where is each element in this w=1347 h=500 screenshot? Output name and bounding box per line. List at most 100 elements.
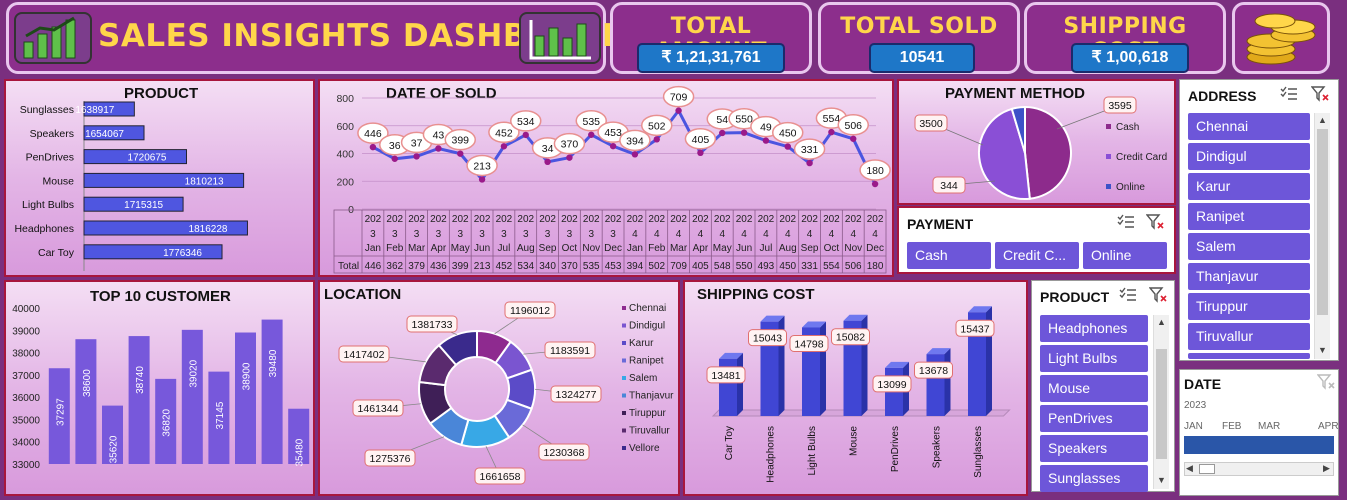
slicer-item-karur[interactable]: Karur xyxy=(1188,173,1310,200)
svg-text:15437: 15437 xyxy=(960,323,989,335)
scroll-thumb[interactable] xyxy=(1199,464,1215,474)
scrollbar[interactable]: ▲ ▼ xyxy=(1153,315,1169,489)
svg-text:405: 405 xyxy=(692,134,710,146)
x-year-label: 202 xyxy=(430,214,447,225)
x-year-label: 202 xyxy=(605,214,622,225)
slicer-item-tiruvallur[interactable]: Tiruvallur xyxy=(1188,323,1310,350)
x-month-label: Feb xyxy=(648,243,666,254)
x-year-label: 3 xyxy=(545,229,551,240)
table-total-value: 405 xyxy=(692,261,709,272)
timeline-selection-bar[interactable] xyxy=(1184,436,1334,454)
scroll-down-icon[interactable]: ▼ xyxy=(1157,475,1166,485)
table-total-value: 452 xyxy=(496,261,513,272)
data-point xyxy=(609,142,617,150)
data-label: 1816228 xyxy=(189,224,228,235)
slicer-item-sunglasses[interactable]: Sunglasses xyxy=(1040,465,1148,492)
x-month-label: Oct xyxy=(562,243,578,254)
clear-filter-icon[interactable] xyxy=(1146,214,1164,230)
data-point xyxy=(566,154,573,161)
bar xyxy=(261,319,283,464)
legend-swatch xyxy=(622,393,626,398)
scroll-right-icon[interactable]: ▶ xyxy=(1323,463,1330,474)
x-year-label: 202 xyxy=(408,214,425,225)
x-month-label: Aug xyxy=(517,243,535,254)
x-year-label: 202 xyxy=(648,214,665,225)
slicer-item-tiruppur[interactable]: Tiruppur xyxy=(1188,293,1310,320)
shipping-cost-panel: SHIPPING COST 13481 Car Toy 15043 Headphone… xyxy=(683,280,1028,496)
timeline-month-feb: FEB xyxy=(1222,421,1242,432)
clear-filter-icon[interactable] xyxy=(1317,374,1335,390)
slicer-item-speakers[interactable]: Speakers xyxy=(1040,435,1148,462)
slicer-item-pendrives[interactable]: PenDrives xyxy=(1040,405,1148,432)
x-year-label: 3 xyxy=(501,229,507,240)
multi-select-icon[interactable] xyxy=(1280,86,1298,102)
x-year-label: 202 xyxy=(561,214,578,225)
payment-slicer: PAYMENT Cash Credit C... Online xyxy=(897,206,1176,274)
slicer-item-cash[interactable]: Cash xyxy=(907,242,991,269)
slicer-item-dindigul[interactable]: Dindigul xyxy=(1188,143,1310,170)
svg-text:1661658: 1661658 xyxy=(480,471,521,483)
y-tick-label: 34000 xyxy=(12,438,40,449)
scroll-up-icon[interactable]: ▲ xyxy=(1318,115,1327,125)
y-tick-label: 33000 xyxy=(12,460,40,471)
table-row-header: Total xyxy=(338,261,359,272)
data-callout: 213 xyxy=(466,154,498,177)
x-year-label: 4 xyxy=(829,229,835,240)
x-year-label: 202 xyxy=(474,214,491,225)
data-point xyxy=(391,155,398,162)
slicer-item-ranipet[interactable]: Ranipet xyxy=(1188,203,1310,230)
svg-text:331: 331 xyxy=(801,144,819,156)
bar xyxy=(75,339,97,464)
slicer-item-credit-card[interactable]: Credit C... xyxy=(995,242,1079,269)
legend-label: Online xyxy=(1116,182,1145,193)
x-year-label: 4 xyxy=(654,229,660,240)
x-year-label: 202 xyxy=(801,214,818,225)
data-point xyxy=(588,131,595,138)
category-label: Car Toy xyxy=(724,426,735,460)
scrollbar[interactable]: ▲ ▼ xyxy=(1314,113,1330,359)
slicer-item-salem[interactable]: Salem xyxy=(1188,233,1310,260)
slicer-item-light-bulbs[interactable]: Light Bulbs xyxy=(1040,345,1148,372)
slicer-title: PRODUCT xyxy=(1040,289,1110,305)
date-timeline: DATE 2023 JAN FEB MAR APR ◀ ▶ xyxy=(1179,369,1339,496)
table-total-value: 362 xyxy=(386,261,403,272)
clear-filter-icon[interactable] xyxy=(1311,86,1329,102)
data-callout: 450 xyxy=(772,121,804,144)
bar xyxy=(128,336,150,464)
x-month-label: Jan xyxy=(627,243,643,254)
slicer-item-headphones[interactable]: Headphones xyxy=(1040,315,1148,342)
timeline-scrollbar[interactable]: ◀ ▶ xyxy=(1184,462,1334,476)
clear-filter-icon[interactable] xyxy=(1149,287,1167,303)
legend-swatch xyxy=(1106,124,1111,129)
data-point xyxy=(544,158,551,166)
location-panel: LOCATION 1196012 1183591 1324277 1230368 166… xyxy=(318,280,680,496)
pie-slice xyxy=(1024,105,1072,200)
data-callout: 394 xyxy=(619,129,651,152)
data-label: 1461344 xyxy=(352,399,404,417)
svg-text:49: 49 xyxy=(760,122,772,134)
scroll-left-icon[interactable]: ◀ xyxy=(1186,463,1193,474)
scroll-thumb[interactable] xyxy=(1156,349,1167,459)
data-label: 15043 xyxy=(748,329,787,347)
scroll-down-icon[interactable]: ▼ xyxy=(1318,345,1327,355)
multi-select-icon[interactable] xyxy=(1119,287,1137,303)
svg-text:452: 452 xyxy=(495,127,513,139)
slicer-item-thanjavur[interactable]: Thanjavur xyxy=(1188,263,1310,290)
slicer-item-chennai[interactable]: Chennai xyxy=(1188,113,1310,140)
scroll-thumb[interactable] xyxy=(1317,129,1328,315)
data-point xyxy=(631,151,639,158)
svg-text:344: 344 xyxy=(940,180,958,192)
legend-label: Cash xyxy=(1116,122,1139,133)
scroll-up-icon[interactable]: ▲ xyxy=(1157,317,1166,327)
slicer-item-online[interactable]: Online xyxy=(1083,242,1167,269)
shipping-bar-chart: 13481 Car Toy 15043 Headphones 14798 Light Bu… xyxy=(706,306,1011,483)
multi-select-icon[interactable] xyxy=(1117,214,1135,230)
data-label: 1196012 xyxy=(504,301,556,319)
data-label: 1275376 xyxy=(364,449,416,467)
svg-text:15043: 15043 xyxy=(753,333,782,345)
bar-side xyxy=(737,352,743,416)
kpi-shipping-cost: SHIPPING COST ₹ 1,00,618 xyxy=(1024,2,1226,74)
data-label: 13678 xyxy=(914,361,953,379)
y-tick-label: 600 xyxy=(336,121,354,133)
slicer-item-mouse[interactable]: Mouse xyxy=(1040,375,1148,402)
